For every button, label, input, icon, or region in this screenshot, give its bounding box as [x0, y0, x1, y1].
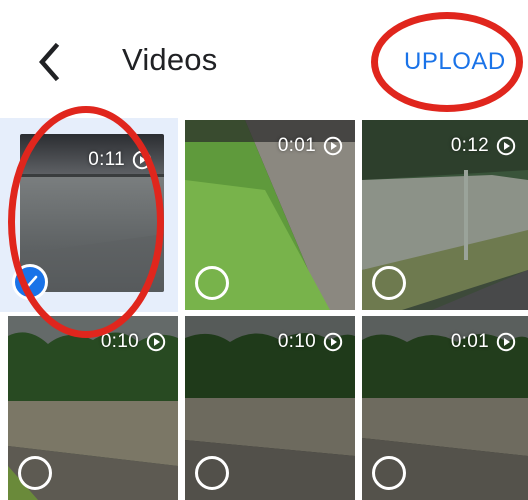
video-tile[interactable]: 0:10 — [8, 316, 178, 500]
play-circle-icon — [496, 332, 516, 352]
video-tile[interactable]: 0:01 — [362, 316, 528, 500]
play-circle-icon — [323, 332, 343, 352]
video-duration: 0:01 — [278, 134, 343, 158]
video-duration: 0:10 — [101, 330, 166, 354]
upload-button[interactable]: UPLOAD — [404, 48, 506, 76]
select-circle[interactable] — [195, 456, 229, 490]
play-circle-icon — [496, 136, 516, 156]
check-icon — [22, 275, 38, 288]
selected-check-badge[interactable] — [12, 264, 48, 300]
app-header: Videos UPLOAD — [0, 0, 528, 118]
video-tile[interactable]: 0:12 — [362, 120, 528, 310]
select-circle[interactable] — [372, 456, 406, 490]
video-tile[interactable]: 0:01 — [185, 120, 355, 310]
play-circle-icon — [146, 332, 166, 352]
page-title: Videos — [122, 42, 218, 77]
video-duration: 0:10 — [278, 330, 343, 354]
video-duration: 0:12 — [451, 134, 516, 158]
select-circle[interactable] — [195, 266, 229, 300]
select-circle[interactable] — [372, 266, 406, 300]
video-tile[interactable]: 0:10 — [185, 316, 355, 500]
select-circle[interactable] — [18, 456, 52, 490]
play-circle-icon — [323, 136, 343, 156]
play-circle-icon — [132, 150, 152, 170]
video-duration: 0:01 — [451, 330, 516, 354]
video-duration: 0:11 — [88, 148, 152, 172]
chevron-left-icon — [39, 42, 60, 82]
back-button[interactable] — [30, 40, 70, 84]
